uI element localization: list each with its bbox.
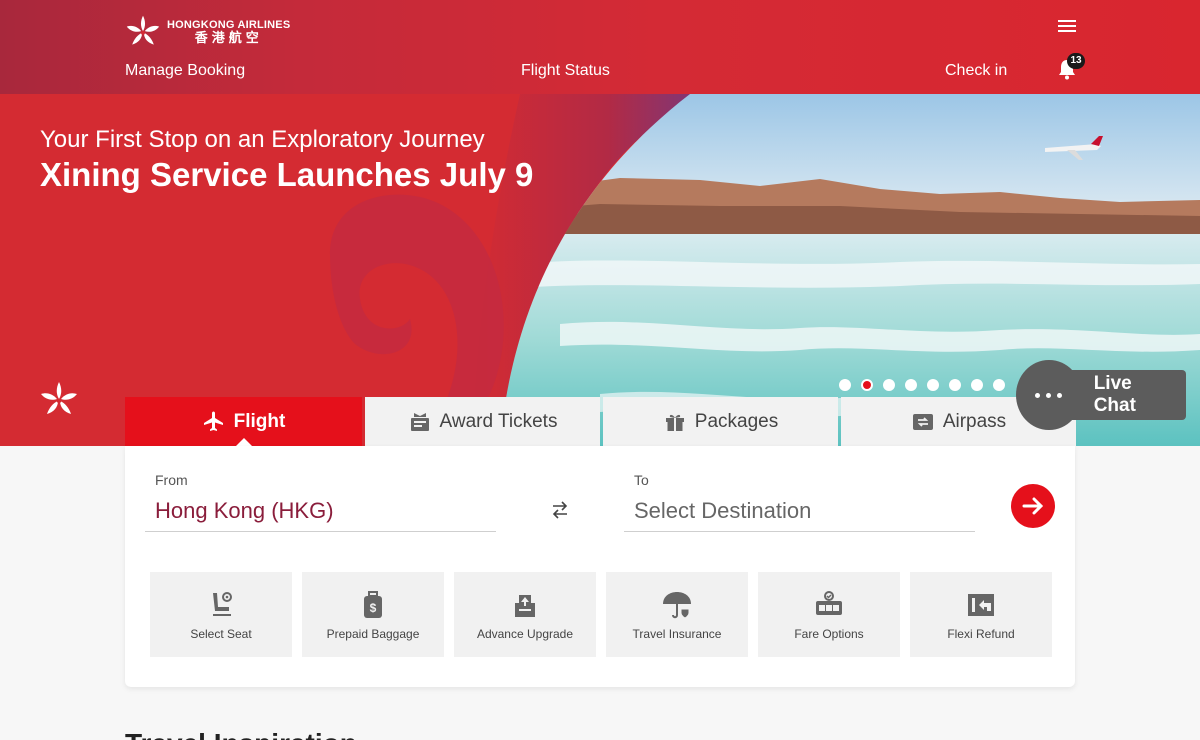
tab-award-tickets[interactable]: Award Tickets xyxy=(365,397,600,446)
chat-bubble-icon[interactable] xyxy=(1016,360,1082,430)
hamburger-menu-icon[interactable] xyxy=(1058,20,1076,36)
swap-arrows-icon[interactable] xyxy=(551,500,569,520)
live-chat-label[interactable]: Live Chat xyxy=(1067,370,1186,420)
tab-award-tickets-label: Award Tickets xyxy=(439,410,558,432)
bauhinia-logo-icon xyxy=(126,15,160,45)
service-prepaid-baggage-label: Prepaid Baggage xyxy=(326,626,420,641)
nav-flight-status[interactable]: Flight Status xyxy=(521,62,610,80)
carousel-dots xyxy=(839,379,1005,391)
service-flexi-refund-label: Flexi Refund xyxy=(947,626,1015,641)
airpass-icon xyxy=(912,413,933,430)
from-label: From xyxy=(155,472,188,488)
to-field[interactable]: To Select Destination xyxy=(624,470,975,532)
carousel-dot[interactable] xyxy=(927,379,939,391)
service-prepaid-baggage[interactable]: $ Prepaid Baggage xyxy=(302,572,444,657)
svg-text:$: $ xyxy=(370,601,377,615)
gift-icon xyxy=(665,414,684,431)
tab-packages-label: Packages xyxy=(694,410,779,432)
service-shortcuts: Select Seat $ Prepaid Baggage Advance Up… xyxy=(150,572,1052,657)
service-travel-insurance-label: Travel Insurance xyxy=(632,626,722,641)
service-select-seat[interactable]: Select Seat xyxy=(150,572,292,657)
baggage-icon: $ xyxy=(364,590,382,618)
umbrella-icon xyxy=(663,591,691,619)
to-label: To xyxy=(634,472,649,488)
hero-subtitle: Your First Stop on an Exploratory Journe… xyxy=(40,126,485,153)
booking-card: From Hong Kong (HKG) To Select Destinati… xyxy=(125,446,1075,687)
carousel-dot[interactable] xyxy=(971,379,983,391)
service-flexi-refund[interactable]: Flexi Refund xyxy=(910,572,1052,657)
plane-icon xyxy=(203,411,223,431)
upgrade-icon xyxy=(515,594,535,617)
logo-text-zh: 香港航空 xyxy=(194,29,263,45)
nav-check-in[interactable]: Check in xyxy=(945,62,1007,80)
service-advance-upgrade-label: Advance Upgrade xyxy=(476,626,574,641)
bauhinia-watermark-icon xyxy=(41,382,77,414)
tab-flight-label: Flight xyxy=(233,410,286,432)
notification-badge: 13 xyxy=(1067,53,1085,69)
booking-tabs: Flight Award Tickets Packages Airpass xyxy=(125,397,1076,447)
tab-packages[interactable]: Packages xyxy=(603,397,838,446)
service-fare-options[interactable]: Fare Options xyxy=(758,572,900,657)
carousel-dot[interactable] xyxy=(883,379,895,391)
carousel-dot[interactable] xyxy=(993,379,1005,391)
seat-icon xyxy=(213,591,232,616)
from-input[interactable]: Hong Kong (HKG) xyxy=(155,498,334,524)
carousel-dot-active[interactable] xyxy=(861,379,873,391)
from-field[interactable]: From Hong Kong (HKG) xyxy=(145,470,496,532)
service-select-seat-label: Select Seat xyxy=(190,626,252,641)
carousel-dot[interactable] xyxy=(905,379,917,391)
hero-title: Xining Service Launches July 9 xyxy=(40,156,534,193)
tab-flight[interactable]: Flight xyxy=(125,397,362,447)
carousel-dot[interactable] xyxy=(839,379,851,391)
fare-options-icon xyxy=(816,590,842,615)
section-title: Travel Inspiration xyxy=(125,728,357,740)
carousel-dot[interactable] xyxy=(949,379,961,391)
refund-icon xyxy=(968,593,994,616)
service-fare-options-label: Fare Options xyxy=(794,626,864,641)
award-ticket-icon xyxy=(410,412,429,431)
tab-airpass-label: Airpass xyxy=(942,410,1007,432)
search-go-button[interactable] xyxy=(1011,484,1055,528)
arrow-right-icon xyxy=(1022,497,1044,515)
nav-manage-booking[interactable]: Manage Booking xyxy=(125,62,245,80)
airline-logo[interactable]: HONGKONG AIRLINES 香港航空 xyxy=(125,14,290,50)
service-travel-insurance[interactable]: Travel Insurance xyxy=(606,572,748,657)
to-input[interactable]: Select Destination xyxy=(634,498,811,524)
site-header: HONGKONG AIRLINES 香港航空 Manage Booking Fl… xyxy=(0,0,1200,94)
service-advance-upgrade[interactable]: Advance Upgrade xyxy=(454,572,596,657)
live-chat-widget[interactable]: Live Chat xyxy=(1016,360,1200,430)
